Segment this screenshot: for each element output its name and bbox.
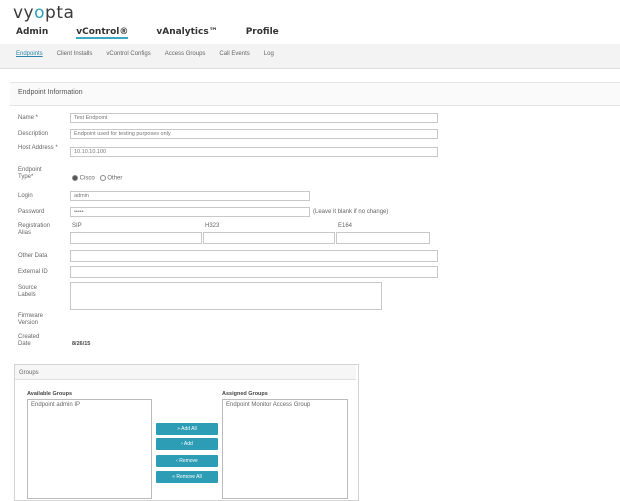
section-header: [10, 82, 620, 106]
name-label: Name *: [18, 115, 39, 121]
password-hint: (Leave it blank if no change): [313, 209, 389, 215]
description-input[interactable]: Endpoint used for testing purposes only: [70, 129, 438, 139]
endpoint-type-radio-group: Cisco Other: [72, 175, 122, 183]
available-groups-list[interactable]: Endpoint admin IP: [27, 399, 152, 499]
radio-other-label: Other: [107, 175, 123, 182]
password-label: Password: [18, 209, 45, 215]
subnav-call-events[interactable]: Call Events: [219, 51, 249, 57]
reg-sip-input[interactable]: [70, 232, 202, 244]
login-label: Login: [18, 193, 33, 199]
login-input[interactable]: admin: [70, 191, 310, 201]
assigned-groups-list[interactable]: Endpoint Monitor Access Group: [222, 399, 348, 499]
external-id-input[interactable]: [70, 266, 438, 278]
assigned-group-item[interactable]: Endpoint Monitor Access Group: [223, 400, 347, 411]
created-date-value: 8/26/15: [72, 341, 91, 347]
subnav-vcontrol-configs[interactable]: vControl Configs: [106, 51, 150, 57]
firmware-version-label: Firmware Version: [18, 313, 43, 326]
add-all-button[interactable]: » Add All: [156, 423, 218, 435]
other-data-label: Other Data: [18, 253, 48, 259]
reg-sip-label: SIP: [72, 223, 82, 229]
assigned-groups-title: Assigned Groups: [222, 391, 268, 397]
reg-h323-label: H323: [205, 223, 220, 229]
host-address-input[interactable]: 10.10.10.100: [70, 147, 438, 157]
radio-cisco[interactable]: [72, 175, 78, 181]
nav-vcontrol[interactable]: vControl®: [76, 27, 129, 39]
vyopta-logo[interactable]: vyopta: [13, 3, 74, 23]
other-data-input[interactable]: [70, 250, 438, 262]
registration-alias-label: Registration Alias: [18, 223, 51, 236]
host-address-label: Host Address *: [18, 145, 58, 151]
available-group-item[interactable]: Endpoint admin IP: [28, 400, 151, 411]
endpoint-type-label: Endpoint Type*: [18, 167, 42, 180]
available-groups-title: Available Groups: [27, 391, 73, 397]
description-label: Description: [18, 131, 49, 137]
remove-all-button[interactable]: « Remove All: [156, 471, 218, 483]
radio-other[interactable]: [99, 175, 106, 181]
nav-vanalytics[interactable]: vAnalytics™: [156, 27, 217, 39]
main-nav: Admin vControl® vAnalytics™ Profile: [16, 27, 279, 39]
radio-cisco-label: Cisco: [79, 175, 95, 182]
groups-title: Groups: [19, 370, 39, 376]
add-button[interactable]: › Add: [156, 438, 218, 450]
sub-nav: Endpoints Client Installs vControl Confi…: [16, 51, 274, 57]
source-labels-textarea[interactable]: [70, 282, 382, 310]
reg-e164-label: E164: [338, 223, 353, 229]
reg-h323-input[interactable]: [203, 232, 335, 244]
name-input[interactable]: Test Endpoint: [70, 113, 438, 123]
subnav-log[interactable]: Log: [264, 51, 274, 57]
remove-button[interactable]: ‹ Remove: [156, 455, 218, 467]
external-id-label: External ID: [18, 269, 48, 275]
nav-admin[interactable]: Admin: [16, 27, 48, 39]
source-labels-label: Source Labels: [18, 285, 38, 298]
nav-profile[interactable]: Profile: [246, 27, 279, 39]
section-title: Endpoint Information: [18, 89, 83, 96]
password-input[interactable]: •••••: [70, 207, 310, 217]
subnav-access-groups[interactable]: Access Groups: [165, 51, 206, 57]
reg-e164-input[interactable]: [336, 232, 430, 244]
subnav-endpoints[interactable]: Endpoints: [16, 51, 43, 57]
created-date-label: Created Date: [18, 334, 40, 347]
groups-header: [15, 365, 356, 380]
subnav-client-installs[interactable]: Client Installs: [57, 51, 93, 57]
